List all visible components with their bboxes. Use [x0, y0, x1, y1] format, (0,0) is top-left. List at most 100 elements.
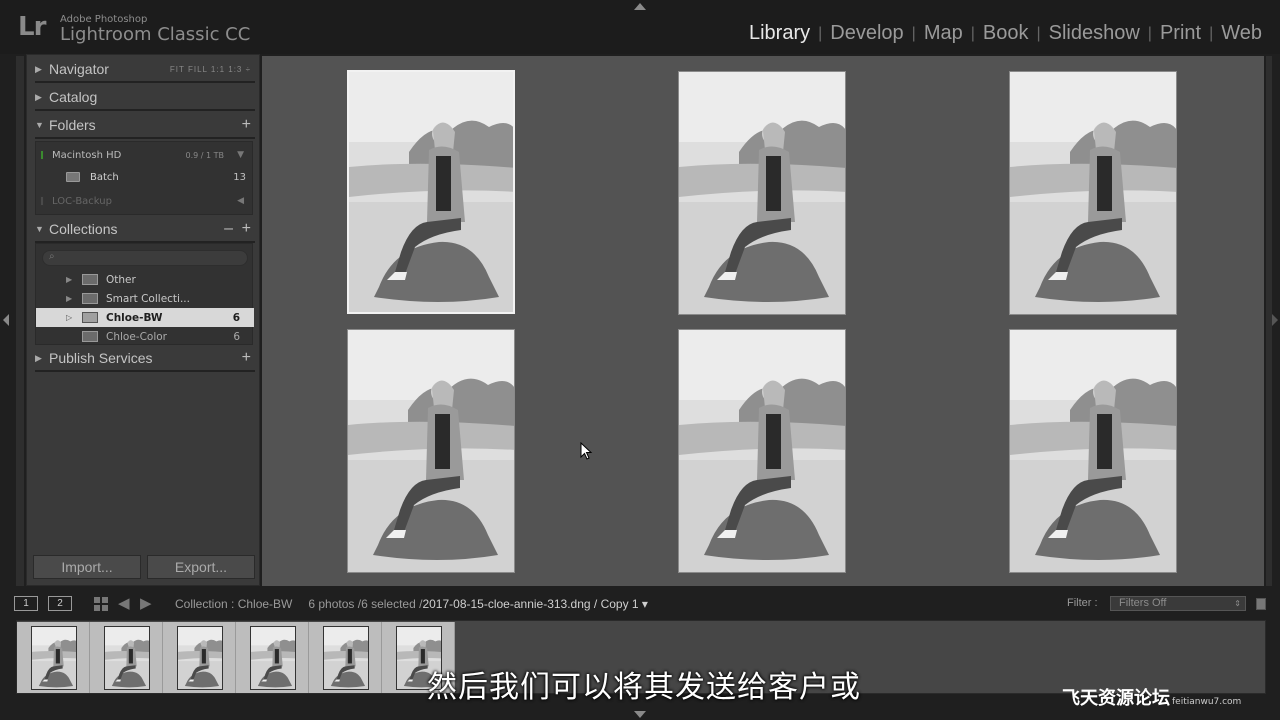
- collection-icon: [82, 331, 98, 342]
- filmstrip-thumbnail[interactable]: [323, 626, 369, 690]
- filmstrip-thumbnail[interactable]: [104, 626, 150, 690]
- portrait-photo: [32, 627, 76, 689]
- folder-count: 13: [233, 171, 246, 183]
- add-folder-icon[interactable]: +: [242, 116, 251, 134]
- catalog-header[interactable]: ▶ Catalog: [35, 85, 255, 111]
- folders-list: Macintosh HD 0.9 / 1 TB ▼ Batch 13 LOC-B…: [35, 141, 253, 215]
- folder-name: Batch: [90, 171, 119, 183]
- secondary-display-button[interactable]: 2: [48, 596, 72, 611]
- top-panel-toggle-icon[interactable]: [634, 3, 646, 10]
- collection-set-other[interactable]: ▶ Other: [36, 270, 254, 289]
- source-indicator[interactable]: Collection : Chloe-BW 6 photos /6 selecte…: [175, 597, 648, 611]
- collection-item-chloe-bw[interactable]: ▷ Chloe-BW 6: [36, 308, 254, 327]
- site-watermark: 飞天资源论坛 feitianwu7.com: [1062, 684, 1241, 710]
- portrait-photo: [1010, 330, 1176, 572]
- photo-thumbnail[interactable]: [678, 71, 846, 315]
- filmstrip-cell[interactable]: [163, 622, 236, 693]
- volume-dropdown-icon[interactable]: ◀: [237, 196, 244, 206]
- remove-collection-icon[interactable]: –: [224, 220, 233, 238]
- filmstrip-thumbnail[interactable]: [31, 626, 77, 690]
- filmstrip-thumbnail[interactable]: [250, 626, 296, 690]
- watermark-text: 飞天资源论坛: [1062, 688, 1170, 709]
- source-collection: Collection : Chloe-BW: [175, 597, 293, 611]
- left-panel-edge[interactable]: [16, 56, 24, 586]
- portrait-photo: [178, 627, 222, 689]
- collection-filter-input[interactable]: ⌕: [42, 250, 248, 266]
- right-panel-toggle-icon[interactable]: [1272, 314, 1278, 326]
- navigator-header[interactable]: ▶ Navigator FIT FILL 1:1 1:3 ÷: [35, 57, 255, 83]
- collapsed-triangle-icon[interactable]: ▶: [66, 294, 72, 303]
- left-panel-toggle-icon[interactable]: [3, 314, 9, 326]
- photo-thumbnail[interactable]: [347, 70, 515, 314]
- module-slideshow[interactable]: Slideshow: [1041, 22, 1148, 45]
- filmstrip-thumbnail[interactable]: [177, 626, 223, 690]
- module-library[interactable]: Library: [741, 22, 818, 45]
- video-subtitle: 然后我们可以将其发送给客户或: [427, 670, 861, 705]
- mouse-cursor-icon: [580, 442, 593, 460]
- filter-lock-icon[interactable]: [1256, 598, 1266, 610]
- forward-arrow-icon[interactable]: ▶: [140, 594, 152, 612]
- filter-value: Filters Off: [1119, 597, 1167, 609]
- top-bar: Lr Adobe Photoshop Lightroom Classic CC …: [0, 0, 1280, 54]
- module-web[interactable]: Web: [1213, 22, 1270, 45]
- expanded-triangle-icon: ▼: [35, 120, 44, 130]
- left-panel: ▶ Navigator FIT FILL 1:1 1:3 ÷ ▶ Catalog…: [26, 54, 260, 586]
- collection-set-icon: [82, 274, 98, 285]
- portrait-photo: [251, 627, 295, 689]
- catalog-label: Catalog: [49, 89, 98, 105]
- grid-view-icon[interactable]: [94, 597, 108, 611]
- folders-label: Folders: [49, 117, 96, 133]
- add-publish-service-icon[interactable]: +: [242, 349, 251, 367]
- filter-select[interactable]: Filters Off ⇕: [1110, 596, 1246, 611]
- module-picker: Library | Develop | Map | Book | Slidesh…: [741, 22, 1270, 45]
- collections-header[interactable]: ▼ Collections – +: [35, 217, 255, 243]
- portrait-photo: [105, 627, 149, 689]
- filmstrip-cell[interactable]: [90, 622, 163, 693]
- portrait-photo: [324, 627, 368, 689]
- lightroom-logo: Lr: [18, 12, 46, 42]
- portrait-photo: [679, 330, 845, 572]
- module-print[interactable]: Print: [1152, 22, 1209, 45]
- collection-set-smart[interactable]: ▶ Smart Collecti...: [36, 289, 254, 308]
- collections-list: ⌕ ▶ Other ▶ Smart Collecti... ▷ Chloe-BW…: [35, 243, 254, 346]
- folder-item-batch[interactable]: Batch 13: [66, 168, 246, 186]
- volume-dropdown-icon[interactable]: ▼: [237, 150, 244, 160]
- back-arrow-icon[interactable]: ◀: [118, 594, 130, 612]
- export-button[interactable]: Export...: [147, 555, 255, 579]
- collection-name: Chloe-Color: [106, 330, 167, 343]
- photo-grid: [262, 56, 1264, 586]
- photo-thumbnail[interactable]: [347, 329, 515, 573]
- publish-services-header[interactable]: ▶ Publish Services +: [35, 346, 255, 372]
- photo-thumbnail[interactable]: [1009, 329, 1177, 573]
- filmstrip-cell[interactable]: [236, 622, 309, 693]
- photo-thumbnail[interactable]: [1009, 71, 1177, 315]
- filmstrip-cell[interactable]: [17, 622, 90, 693]
- collection-icon: [82, 312, 98, 323]
- module-map[interactable]: Map: [916, 22, 971, 45]
- add-collection-icon[interactable]: +: [242, 220, 251, 238]
- bottom-panel-toggle-icon[interactable]: [634, 711, 646, 718]
- collection-count: 6: [232, 311, 240, 324]
- volume-capacity: 0.9 / 1 TB: [185, 150, 224, 160]
- primary-display-button[interactable]: 1: [14, 596, 38, 611]
- filmstrip-cell[interactable]: [309, 622, 382, 693]
- photo-thumbnail[interactable]: [678, 329, 846, 573]
- module-book[interactable]: Book: [975, 22, 1037, 45]
- selected-filename: 2017-08-15-cloe-annie-313.dng / Copy 1 ▾: [422, 597, 648, 611]
- collection-name: Other: [106, 273, 136, 286]
- publish-services-label: Publish Services: [49, 350, 153, 366]
- collection-item-chloe-color[interactable]: Chloe-Color 6: [36, 327, 254, 346]
- folders-header[interactable]: ▼ Folders +: [35, 113, 255, 139]
- filter-label: Filter :: [1067, 597, 1098, 609]
- watermark-url: feitianwu7.com: [1172, 697, 1242, 707]
- module-develop[interactable]: Develop: [822, 22, 911, 45]
- collection-count: 6: [233, 330, 240, 343]
- collections-label: Collections: [49, 221, 118, 237]
- volume-loc-backup[interactable]: LOC-Backup ◀: [40, 190, 250, 212]
- navigator-zoom-options[interactable]: FIT FILL 1:1 1:3 ÷: [170, 65, 251, 74]
- import-button[interactable]: Import...: [33, 555, 141, 579]
- folder-icon: [66, 172, 80, 182]
- collapsed-triangle-icon[interactable]: ▶: [66, 275, 72, 284]
- search-icon: ⌕: [49, 251, 55, 262]
- volume-macintosh-hd[interactable]: Macintosh HD 0.9 / 1 TB ▼: [40, 144, 250, 166]
